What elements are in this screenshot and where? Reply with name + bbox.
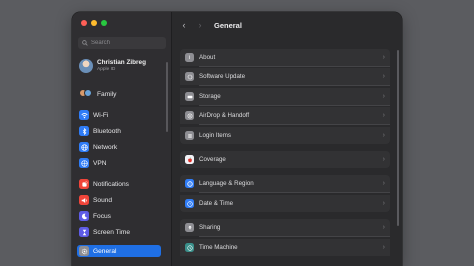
sidebar-item-label: Screen Time bbox=[93, 228, 131, 236]
chevron-right-icon: › bbox=[382, 112, 385, 119]
sidebar-item-label: Notifications bbox=[93, 180, 129, 188]
search-input[interactable] bbox=[91, 40, 161, 46]
content-scrollbar[interactable] bbox=[397, 50, 399, 226]
sidebar-item-sound[interactable]: Sound bbox=[77, 194, 161, 206]
chevron-right-icon: › bbox=[382, 180, 385, 187]
family-icon bbox=[79, 89, 93, 99]
close-button[interactable] bbox=[81, 20, 87, 26]
zoom-button[interactable] bbox=[101, 20, 107, 26]
bluetooth-icon bbox=[79, 126, 89, 136]
sidebar-item-general[interactable]: General bbox=[77, 245, 161, 257]
search-field[interactable] bbox=[78, 37, 166, 49]
row-login-items[interactable]: Login Items › bbox=[180, 127, 390, 144]
wifi-icon bbox=[79, 110, 89, 120]
row-label: Coverage bbox=[199, 156, 226, 163]
sidebar-item-family[interactable]: Family bbox=[77, 88, 161, 100]
row-storage[interactable]: Storage › bbox=[180, 88, 390, 105]
chevron-right-icon: › bbox=[382, 93, 385, 100]
toolbar: ‹ › General bbox=[172, 12, 402, 38]
sharing-icon bbox=[185, 223, 194, 232]
profile-subtitle: Apple ID bbox=[97, 67, 116, 72]
row-label: Sharing bbox=[199, 224, 221, 231]
gear-icon bbox=[79, 246, 89, 256]
drive-icon bbox=[185, 92, 194, 101]
row-time-machine[interactable]: Time Machine › bbox=[180, 239, 390, 256]
row-label: Login Items bbox=[199, 132, 231, 139]
minimize-button[interactable] bbox=[91, 20, 97, 26]
chevron-right-icon: › bbox=[382, 200, 385, 207]
chevron-right-icon: › bbox=[382, 73, 385, 80]
row-airdrop-handoff[interactable]: AirDrop & Handoff › bbox=[180, 107, 390, 124]
sidebar-item-label: Sound bbox=[93, 196, 113, 204]
chevron-right-icon: › bbox=[382, 132, 385, 139]
profile-name: Christian Zibreg bbox=[97, 59, 147, 66]
chevron-right-icon: › bbox=[382, 244, 385, 251]
row-label: Language & Region bbox=[199, 180, 254, 187]
page-title: General bbox=[214, 20, 242, 30]
list-icon bbox=[185, 131, 194, 140]
sidebar-item-focus[interactable]: Focus bbox=[77, 210, 161, 222]
speaker-icon bbox=[79, 195, 89, 205]
general-pane: ‹ › General i About › Software Update › … bbox=[172, 12, 402, 266]
time-machine-icon bbox=[185, 243, 194, 252]
avatar bbox=[79, 59, 93, 73]
chevron-right-icon: › bbox=[382, 54, 385, 61]
chevron-right-icon: › bbox=[382, 156, 385, 163]
forward-button[interactable]: › bbox=[196, 20, 204, 30]
row-language-region[interactable]: Language & Region › bbox=[180, 175, 390, 192]
gear-badge-icon bbox=[185, 72, 194, 81]
sidebar-item-label: Bluetooth bbox=[93, 127, 121, 135]
sidebar-item-label: Wi-Fi bbox=[93, 111, 109, 119]
chevron-right-icon: › bbox=[382, 224, 385, 231]
globe-icon bbox=[185, 179, 194, 188]
row-label: AirDrop & Handoff bbox=[199, 112, 250, 119]
settings-window: Christian Zibreg Apple ID Family Wi-Fi B… bbox=[72, 12, 402, 266]
apple-id-profile[interactable]: Christian Zibreg Apple ID bbox=[79, 56, 165, 76]
sidebar-item-label: Network bbox=[93, 143, 118, 151]
sidebar-item-label: VPN bbox=[93, 159, 107, 167]
bell-icon bbox=[79, 179, 89, 189]
sidebar-item-label: Focus bbox=[93, 212, 111, 220]
sidebar-item-label: Family bbox=[97, 90, 117, 98]
sidebar-item-network[interactable]: Network bbox=[77, 141, 161, 153]
back-button[interactable]: ‹ bbox=[180, 20, 188, 30]
row-sharing[interactable]: Sharing › bbox=[180, 219, 390, 236]
clock-icon bbox=[185, 199, 194, 208]
row-label: Software Update bbox=[199, 73, 246, 80]
row-label: Storage bbox=[199, 93, 221, 100]
row-about[interactable]: i About › bbox=[180, 49, 390, 66]
sidebar-item-label: General bbox=[93, 247, 117, 255]
sidebar-item-vpn[interactable]: VPN bbox=[77, 157, 161, 169]
globe-icon bbox=[79, 142, 89, 152]
sidebar-item-notifications[interactable]: Notifications bbox=[77, 178, 161, 190]
sidebar: Christian Zibreg Apple ID Family Wi-Fi B… bbox=[72, 12, 172, 266]
search-icon bbox=[82, 40, 88, 46]
vpn-icon bbox=[79, 158, 89, 168]
apple-icon bbox=[185, 155, 194, 164]
row-coverage[interactable]: Coverage › bbox=[180, 151, 390, 168]
row-label: About bbox=[199, 54, 216, 61]
sidebar-item-bluetooth[interactable]: Bluetooth bbox=[77, 125, 161, 137]
row-label: Time Machine bbox=[199, 244, 238, 251]
sidebar-scrollbar[interactable] bbox=[166, 62, 168, 132]
sidebar-item-screen-time[interactable]: Screen Time bbox=[77, 226, 161, 238]
window-controls bbox=[81, 20, 107, 26]
row-label: Date & Time bbox=[199, 200, 234, 207]
row-software-update[interactable]: Software Update › bbox=[180, 68, 390, 85]
hourglass-icon bbox=[79, 227, 89, 237]
moon-icon bbox=[79, 211, 89, 221]
airdrop-icon bbox=[185, 111, 194, 120]
row-date-time[interactable]: Date & Time › bbox=[180, 195, 390, 212]
sidebar-item-wifi[interactable]: Wi-Fi bbox=[77, 109, 161, 121]
info-icon: i bbox=[185, 53, 194, 62]
